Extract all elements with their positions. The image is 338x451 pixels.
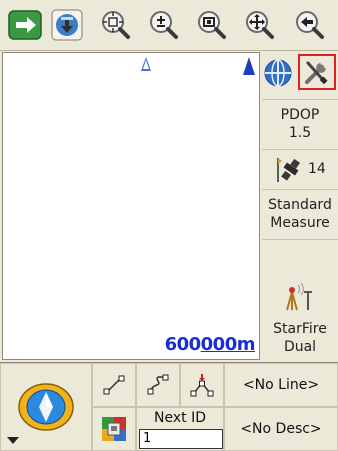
correction-line1: StarFire	[273, 321, 327, 337]
compass-cell[interactable]	[0, 363, 92, 451]
next-arrow-button[interactable]	[6, 6, 44, 44]
zoom-in-out-button[interactable]	[144, 6, 182, 44]
line-select[interactable]: <No Line>	[224, 363, 338, 407]
description-select[interactable]: <No Desc>	[224, 407, 338, 451]
pdop-label: PDOP	[280, 107, 320, 123]
line-icon	[103, 375, 125, 395]
line-select-value: <No Line>	[242, 377, 320, 393]
curve-tool-button[interactable]	[136, 363, 180, 407]
zoom-extent-button[interactable]	[96, 6, 134, 44]
map-view[interactable]: 600000m	[2, 52, 260, 360]
tools-icon	[305, 61, 328, 85]
compass-icon	[18, 383, 74, 431]
next-arrow-icon	[8, 10, 42, 40]
dropdown-arrow-icon[interactable]	[7, 437, 19, 444]
next-id-cell: Next ID 1	[136, 407, 224, 451]
north-arrow-icon	[243, 57, 255, 75]
feature-library-icon	[102, 417, 126, 441]
correction-box[interactable]: StarFire Dual	[262, 239, 338, 360]
scale-prefix: 600	[164, 334, 202, 355]
zoom-in-out-icon	[150, 11, 178, 39]
antenna-icon-wrap	[284, 282, 316, 312]
globe-icon	[264, 59, 292, 87]
gps-download-button[interactable]	[48, 6, 86, 44]
insert-vertex-button[interactable]	[180, 363, 224, 407]
right-panel: PDOP 1.5 14 Standard Measure StarFire Du…	[262, 52, 338, 360]
satellite-icon-wrap	[274, 156, 304, 184]
pan-icon	[246, 11, 274, 39]
line-tool-button[interactable]	[92, 363, 136, 407]
main-toolbar	[0, 0, 338, 51]
map-scale: 600000m	[164, 334, 256, 355]
back-arrow-button[interactable]	[290, 6, 328, 44]
right-panel-tools	[262, 52, 338, 92]
scale-underlined: 000m	[200, 334, 256, 355]
mode-line2: Measure	[270, 215, 330, 231]
feature-library-button[interactable]	[92, 407, 136, 451]
next-id-label: Next ID	[154, 410, 206, 426]
zoom-window-icon	[198, 11, 226, 39]
bottom-panel: <No Line> Next ID 1 <No Desc>	[0, 362, 338, 451]
pan-button[interactable]	[240, 6, 278, 44]
description-select-value: <No Desc>	[240, 421, 322, 437]
satellite-count: 14	[308, 161, 326, 177]
zoom-window-button[interactable]	[192, 6, 230, 44]
satellite-icon	[277, 158, 300, 182]
zoom-extent-icon	[102, 11, 130, 39]
tools-settings-button[interactable]	[301, 57, 333, 87]
pdop-value: 1.5	[288, 125, 312, 141]
insert-vertex-icon	[190, 374, 214, 397]
correction-line2: Dual	[283, 339, 317, 355]
antenna-icon	[286, 282, 312, 311]
gps-globe-button[interactable]	[262, 57, 294, 89]
north-marker-inner	[143, 60, 149, 69]
mode-line1: Standard	[268, 197, 332, 213]
next-id-input[interactable]: 1	[139, 429, 223, 449]
pdop-box: PDOP 1.5	[262, 99, 338, 149]
gps-download-icon	[51, 9, 83, 41]
satellite-box[interactable]: 14	[262, 149, 338, 189]
measure-mode-box[interactable]: Standard Measure	[262, 189, 338, 239]
back-arrow-icon	[296, 11, 324, 39]
curve-icon	[147, 374, 169, 395]
